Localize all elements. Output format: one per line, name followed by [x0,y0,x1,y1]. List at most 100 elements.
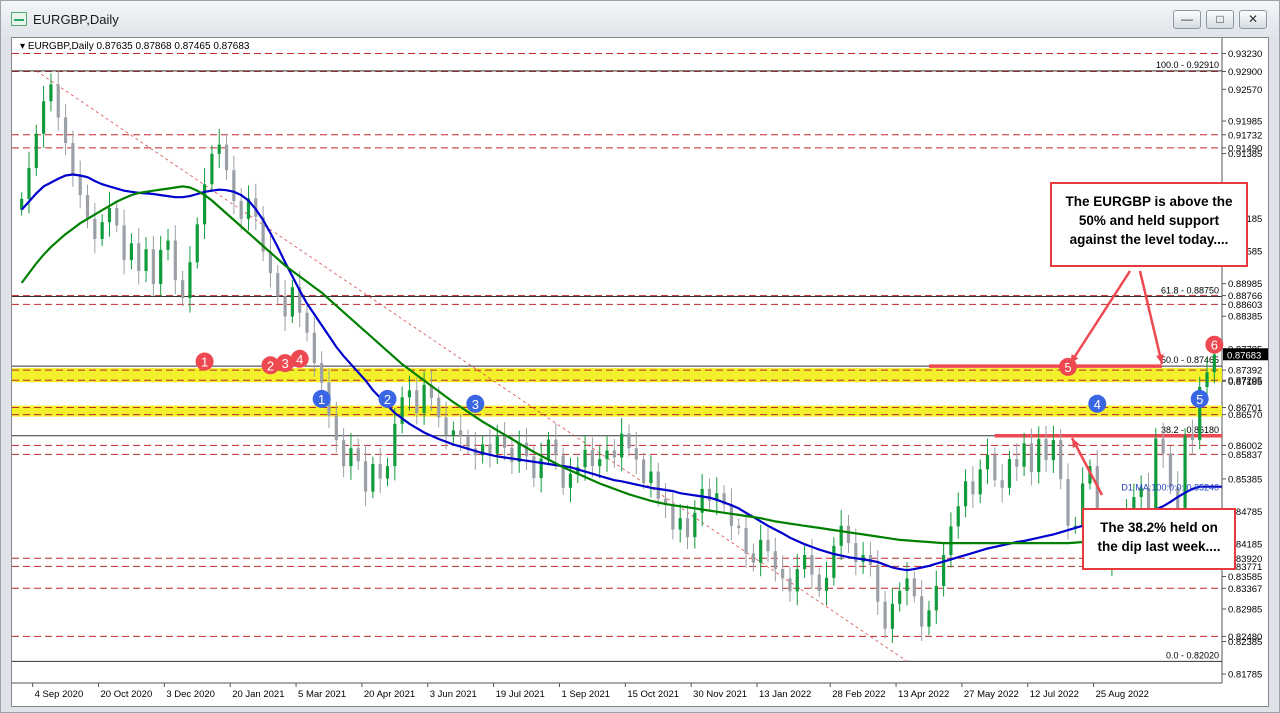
fib-label-0: 100.0 - 0.92910 [1156,60,1219,70]
y-tick-label: 0.87185 [1228,377,1262,388]
x-tick-label: 15 Oct 2021 [627,689,679,700]
candle-body [546,439,551,459]
fib-label-1: 61.8 - 0.88750 [1161,285,1219,295]
x-tick-label: 19 Jul 2021 [496,689,545,700]
candle-body [963,481,968,507]
candle [320,351,324,394]
candle [115,200,119,233]
candle [1051,425,1055,474]
candle [305,303,309,342]
candle [290,280,294,323]
x-tick-label: 5 Mar 2021 [298,689,346,700]
candle [700,474,704,527]
x-tick-label: 28 Feb 2022 [832,689,885,700]
candle [612,438,616,468]
candle [224,133,229,180]
candle [627,424,631,457]
candle-body [766,539,770,552]
candle [502,422,507,461]
candle [685,504,690,550]
marker-label: 2 [384,392,391,407]
candle-body [1212,354,1216,373]
close-button[interactable]: ✕ [1239,10,1267,29]
candle-body [1161,438,1165,454]
price-chart[interactable]: 100.0 - 0.92910 61.8 - 0.88750 50.0 - 0.87… [12,38,1268,706]
candle [788,566,792,602]
candle [795,553,799,606]
candle [890,588,894,643]
y-tick-label: 0.81785 [1228,670,1262,681]
candle-body [568,473,573,488]
candle [1000,463,1004,503]
candle [1073,516,1077,534]
candle-body [166,240,170,250]
candle [181,270,185,307]
marker-blue-5: 5 [1190,389,1209,408]
candle-body [978,469,982,495]
ohlc-dropdown-icon[interactable]: ▾ [20,41,28,52]
candle-body [656,471,660,499]
chart-plot-area[interactable]: 100.0 - 0.92910 61.8 - 0.88750 50.0 - 0.87… [11,37,1269,707]
window-title: EURGBP,Daily [33,12,119,27]
candle [568,457,573,503]
maximize-button[interactable]: □ [1206,10,1234,29]
minimize-button[interactable]: — [1173,10,1201,29]
candle [1059,428,1063,490]
candle-body [202,184,207,225]
candle-body [744,527,748,554]
candle [1198,376,1202,450]
candle-body [678,518,682,530]
marker-blue-2: 2 [378,389,397,408]
candle-body [634,448,638,460]
fib-label-3: 38.2 - 0.86180 [1161,425,1219,435]
candle [188,246,192,313]
minimize-icon: — [1181,12,1193,26]
candle-body [890,603,894,629]
y-tick-label: 0.82385 [1228,637,1262,648]
candle-body [49,84,53,102]
candle-body [42,101,46,134]
y-tick-label: 0.88603 [1228,300,1262,311]
candle [122,209,126,275]
candle [824,561,829,606]
marker-label: 4 [296,352,303,367]
candle [451,421,455,444]
marker-red-6: 6 [1205,335,1224,354]
candle-body [883,601,887,629]
candle [876,550,880,615]
arrow-to-50-line [1138,270,1164,365]
candle-body [1205,372,1209,387]
candle-body [1007,459,1012,488]
maximize-icon: □ [1216,12,1224,26]
candle-body [27,167,31,199]
candle-body [642,459,646,483]
candle [898,582,902,612]
candle [276,264,280,304]
candle-body [773,551,777,570]
candle-body [1022,443,1026,467]
candle-body [1037,439,1041,473]
chart-window-icon [11,12,27,26]
candle-body [598,459,602,467]
candle [744,511,748,568]
candle [737,518,741,535]
candle [100,214,104,247]
candle [210,145,214,192]
candle-body [612,450,616,458]
candle-body [181,280,185,299]
marker-blue-4: 4 [1088,394,1107,413]
candle-body [620,433,624,458]
candle [144,237,148,282]
candle [766,527,770,563]
candle-body [224,144,229,171]
candle [934,570,938,625]
candle-body [956,506,960,527]
candle-body [115,208,119,226]
candle-body [144,249,148,271]
candle [217,128,221,168]
close-icon: ✕ [1247,12,1259,26]
candle-body [437,397,441,418]
candle [1015,443,1019,481]
candle-body [993,454,997,481]
candle [20,192,24,216]
